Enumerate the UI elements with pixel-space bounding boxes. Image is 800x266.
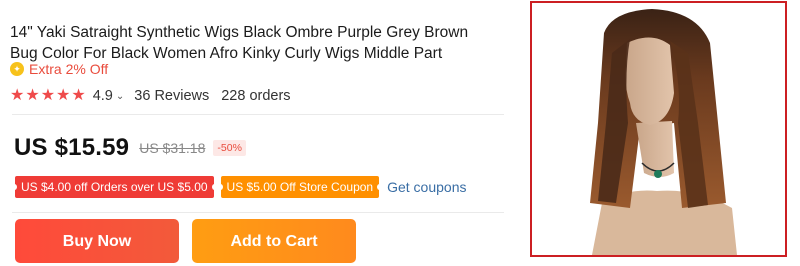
star-icon: ★: [25, 87, 40, 104]
star-icon: ★: [56, 87, 71, 104]
current-price: US $15.59: [14, 134, 130, 161]
star-icon: ★: [40, 87, 56, 104]
rating-value[interactable]: 4.9: [93, 88, 113, 104]
store-coupon[interactable]: US $5.00 Off Store Coupon: [217, 176, 382, 198]
extra-discount-label: Extra 2% Off: [29, 61, 109, 77]
extra-discount-badge: ✦ Extra 2% Off: [10, 60, 108, 78]
chevron-down-icon[interactable]: ⌄: [116, 91, 124, 102]
rating-row: ★ ★ ★ ★ ★ 4.9 ⌄ 36 Reviews 228 orders: [10, 86, 291, 106]
product-image[interactable]: [530, 1, 787, 257]
reviews-link[interactable]: 36 Reviews: [134, 88, 209, 104]
product-title: 14" Yaki Satraight Synthetic Wigs Black …: [10, 24, 469, 62]
divider: [12, 212, 504, 213]
coin-icon: ✦: [10, 62, 24, 76]
star-icon: ★: [10, 87, 25, 104]
divider: [12, 114, 504, 115]
buy-now-button[interactable]: Buy Now: [15, 219, 179, 263]
get-coupons-link[interactable]: Get coupons: [387, 179, 466, 195]
orders-coupon[interactable]: US $4.00 off Orders over US $5.00: [12, 176, 217, 198]
original-price: US $31.18: [139, 140, 206, 156]
action-buttons: Buy Now Add to Cart: [15, 219, 356, 263]
add-to-cart-button[interactable]: Add to Cart: [192, 219, 356, 263]
product-info: 14" Yaki Satraight Synthetic Wigs Black …: [10, 0, 510, 266]
price-row: US $15.59 US $31.18 -50%: [14, 134, 246, 162]
star-icon: ★: [71, 87, 86, 104]
coupons-row: US $4.00 off Orders over US $5.00 US $5.…: [12, 176, 466, 198]
discount-badge: -50%: [213, 140, 246, 156]
orders-count: 228 orders: [221, 88, 291, 104]
wig-mannequin-image: [532, 3, 785, 255]
